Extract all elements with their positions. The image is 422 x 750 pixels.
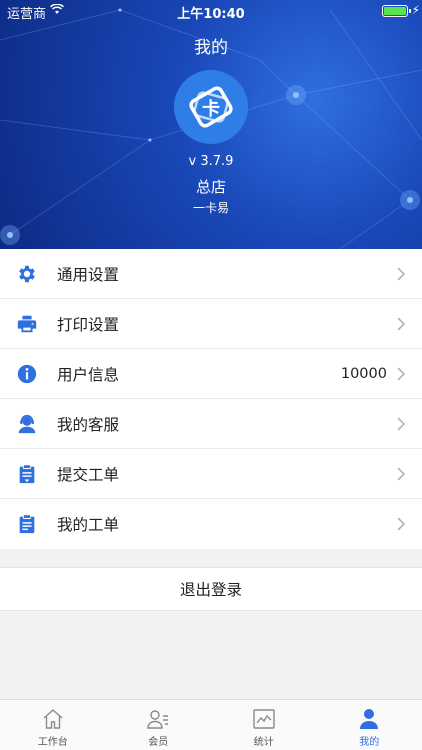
menu-item-label: 提交工单 (57, 465, 120, 484)
logout-button[interactable]: 退出登录 (0, 567, 422, 611)
members-icon (147, 710, 169, 729)
chevron-right-icon (397, 367, 406, 381)
store-name: 总店 (195, 178, 226, 196)
stats-icon (253, 709, 275, 729)
tab-label: 会员 (148, 737, 169, 748)
app-logo: 卡 (174, 70, 248, 144)
page-title: 我的 (194, 38, 228, 58)
tab-workbench[interactable]: 工作台 (0, 700, 106, 750)
menu-item-print-settings[interactable]: 打印设置 (0, 299, 422, 349)
info-icon (15, 362, 39, 386)
tab-profile[interactable]: 我的 (317, 700, 422, 750)
chevron-right-icon (397, 417, 406, 431)
chevron-right-icon (397, 517, 406, 531)
charging-icon: ⚡ (411, 3, 420, 17)
settings-menu: 通用设置 打印设置 用户信息 10000 我的客服 提交工单 我的工单 (0, 249, 422, 549)
tab-label: 工作台 (37, 737, 68, 748)
menu-item-general-settings[interactable]: 通用设置 (0, 249, 422, 299)
tab-statistics[interactable]: 统计 (211, 700, 317, 750)
menu-item-label: 用户信息 (57, 365, 120, 384)
gear-icon (15, 262, 39, 286)
tab-label: 我的 (359, 737, 380, 748)
user-id-value: 10000 (340, 365, 387, 382)
battery-icon (382, 5, 408, 17)
tab-label: 统计 (253, 737, 274, 748)
profile-icon (360, 709, 379, 729)
menu-item-label: 通用设置 (57, 265, 120, 284)
submit-ticket-icon (15, 462, 39, 486)
menu-item-user-info[interactable]: 用户信息 10000 (0, 349, 422, 399)
tab-members[interactable]: 会员 (106, 700, 212, 750)
menu-item-label: 打印设置 (57, 315, 120, 334)
chevron-right-icon (397, 467, 406, 481)
chevron-right-icon (397, 267, 406, 281)
printer-icon (15, 312, 39, 336)
home-icon (43, 709, 63, 729)
card-logo-icon: 卡 (189, 86, 233, 128)
tab-bar: 工作台 会员 统计 我的 (0, 699, 422, 750)
menu-item-label: 我的客服 (57, 415, 120, 434)
menu-item-label: 我的工单 (57, 516, 120, 534)
brand-name: 一卡易 (192, 201, 229, 215)
customer-service-icon (15, 412, 39, 436)
menu-item-my-tickets[interactable]: 我的工单 (0, 499, 422, 549)
status-bar: 运营商 上午10:40 ⚡ (0, 0, 422, 22)
chevron-right-icon (397, 317, 406, 331)
menu-item-submit-ticket[interactable]: 提交工单 (0, 449, 422, 499)
menu-item-customer-service[interactable]: 我的客服 (0, 399, 422, 449)
app-version: v 3.7.9 (188, 154, 234, 169)
clock: 上午10:40 (177, 7, 245, 22)
ticket-icon (15, 512, 39, 536)
svg-text:卡: 卡 (202, 98, 220, 120)
profile-header: 运营商 上午10:40 ⚡ 我的 卡 v 3.7.9 总店 一卡易 (0, 0, 422, 249)
